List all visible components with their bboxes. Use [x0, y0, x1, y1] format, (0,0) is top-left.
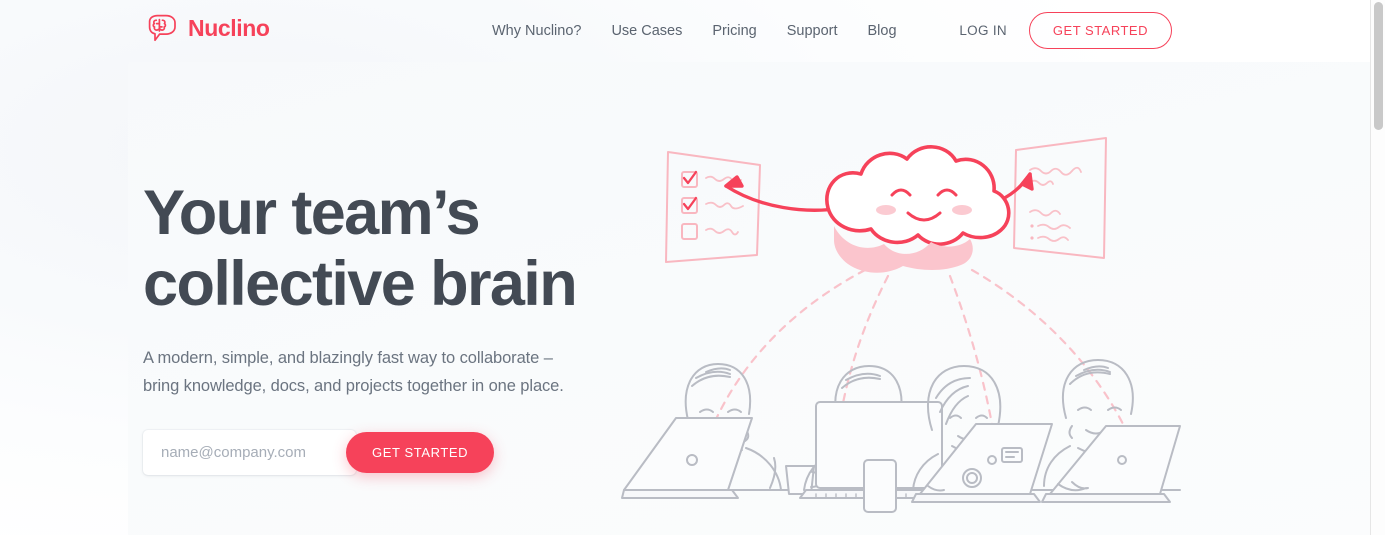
nav-item-why-nuclino[interactable]: Why Nuclino?	[492, 21, 581, 41]
nav-item-use-cases[interactable]: Use Cases	[611, 21, 682, 41]
browser-viewport: Nuclino Why Nuclino? Use Cases Pricing S…	[0, 0, 1385, 535]
hero-subheading: A modern, simple, and blazingly fast way…	[143, 345, 663, 399]
email-field[interactable]	[143, 429, 356, 475]
brain-speech-bubble-icon	[145, 13, 179, 43]
logo-wordmark: Nuclino	[188, 14, 270, 41]
site-header: Nuclino Why Nuclino? Use Cases Pricing S…	[0, 0, 1370, 62]
nav-item-pricing[interactable]: Pricing	[712, 21, 756, 41]
team-collaboration-cloud-illustration	[620, 130, 1240, 535]
headline-line-1: Your team’s	[143, 178, 481, 248]
page-scrollbar[interactable]	[1370, 0, 1385, 535]
hero-get-started-button[interactable]: GET STARTED	[346, 431, 495, 473]
logo-link[interactable]: Nuclino	[145, 13, 270, 43]
page-title: Your team’s collective brain	[143, 178, 663, 320]
hero-copy: Your team’s collective brain A modern, s…	[143, 178, 663, 475]
nav-item-blog[interactable]: Blog	[868, 21, 897, 41]
signup-form: GET STARTED	[143, 429, 663, 475]
subheading-line-1: A modern, simple, and blazingly fast way…	[143, 349, 553, 368]
log-in-link[interactable]: LOG IN	[959, 23, 1007, 38]
nav-item-support[interactable]: Support	[787, 21, 838, 41]
auth-actions: LOG IN GET STARTED	[959, 12, 1172, 49]
subheading-line-2: bring knowledge, docs, and projects toge…	[143, 376, 564, 395]
main-nav: Why Nuclino? Use Cases Pricing Support B…	[492, 21, 897, 41]
headline-line-2: collective brain	[143, 249, 578, 320]
scrollbar-thumb[interactable]	[1374, 2, 1383, 130]
page-background: Nuclino Why Nuclino? Use Cases Pricing S…	[0, 0, 1370, 535]
header-get-started-button[interactable]: GET STARTED	[1028, 12, 1172, 49]
